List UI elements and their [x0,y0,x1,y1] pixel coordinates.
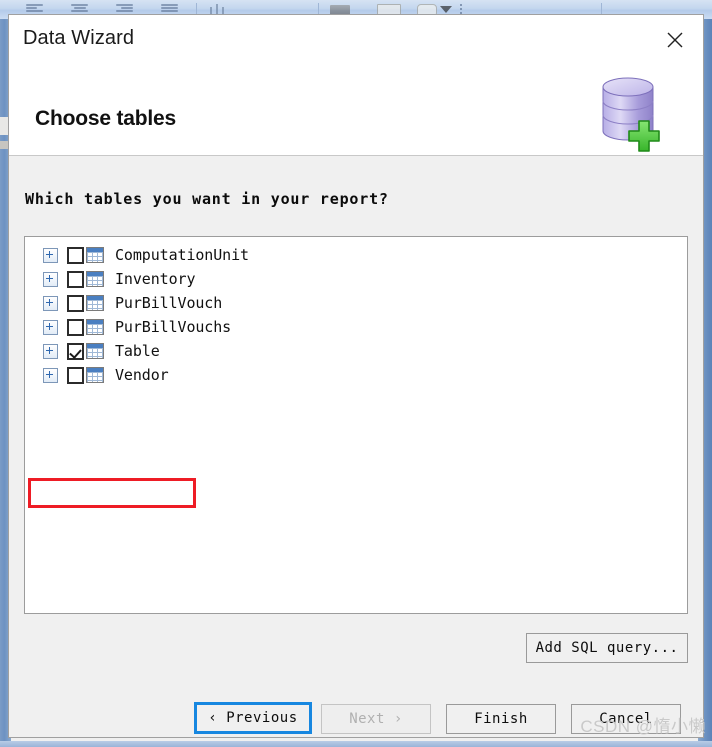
close-button[interactable] [655,23,695,57]
table-icon [86,247,104,263]
table-icon [86,319,104,335]
table-name-label: PurBillVouch [115,294,223,312]
status-bar [0,741,712,747]
dialog-title: Data Wizard [23,27,135,49]
expand-plus-icon[interactable] [43,271,58,287]
tree-row[interactable]: PurBillVouch [35,291,687,315]
tables-tree: ComputationUnit Inventory PurBillVouch PurB… [25,237,687,387]
table-name-label: PurBillVouchs [115,318,232,336]
tree-row[interactable]: Vendor [35,363,687,387]
table-checkbox[interactable] [67,270,84,288]
add-sql-query-button[interactable]: Add SQL query... [526,633,688,663]
finish-button[interactable]: Finish [446,704,556,734]
expand-plus-icon[interactable] [43,343,58,359]
page-title: Choose tables [35,107,176,130]
table-icon [86,367,104,383]
table-checkbox[interactable] [67,318,84,336]
tables-listbox[interactable]: ComputationUnit Inventory PurBillVouch PurB… [24,236,688,614]
next-button: Next › [321,704,431,734]
table-checkbox[interactable] [67,342,84,360]
table-name-label: Vendor [115,366,169,384]
cancel-button[interactable]: Cancel [571,704,681,734]
expand-plus-icon[interactable] [43,247,58,263]
table-checkbox[interactable] [67,246,84,264]
close-icon [667,32,683,48]
tree-row[interactable]: ComputationUnit [35,243,687,267]
table-icon [86,295,104,311]
tree-row[interactable]: PurBillVouchs [35,315,687,339]
expand-plus-icon[interactable] [43,367,58,383]
question-label: Which tables you want in your report? [25,190,389,208]
table-name-label: Table [115,342,160,360]
table-icon [86,343,104,359]
table-icon [86,271,104,287]
dialog-header: Data Wizard Choose tables [9,15,703,155]
database-add-icon [602,77,660,152]
expand-plus-icon[interactable] [43,295,58,311]
table-name-label: ComputationUnit [115,246,249,264]
previous-button[interactable]: ‹ Previous [194,702,312,734]
expand-plus-icon[interactable] [43,319,58,335]
table-checkbox[interactable] [67,366,84,384]
tree-row[interactable]: Inventory [35,267,687,291]
table-name-label: Inventory [115,270,196,288]
footer-buttons: ‹ Previous Next › Finish Cancel [9,702,703,738]
dialog-body: Which tables you want in your report? Co… [9,156,703,737]
tree-row[interactable]: Table [35,339,687,363]
dropdown-caret-icon[interactable] [440,6,452,13]
table-checkbox[interactable] [67,294,84,312]
data-wizard-dialog: Data Wizard Choose tables Which tables y… [8,14,704,738]
